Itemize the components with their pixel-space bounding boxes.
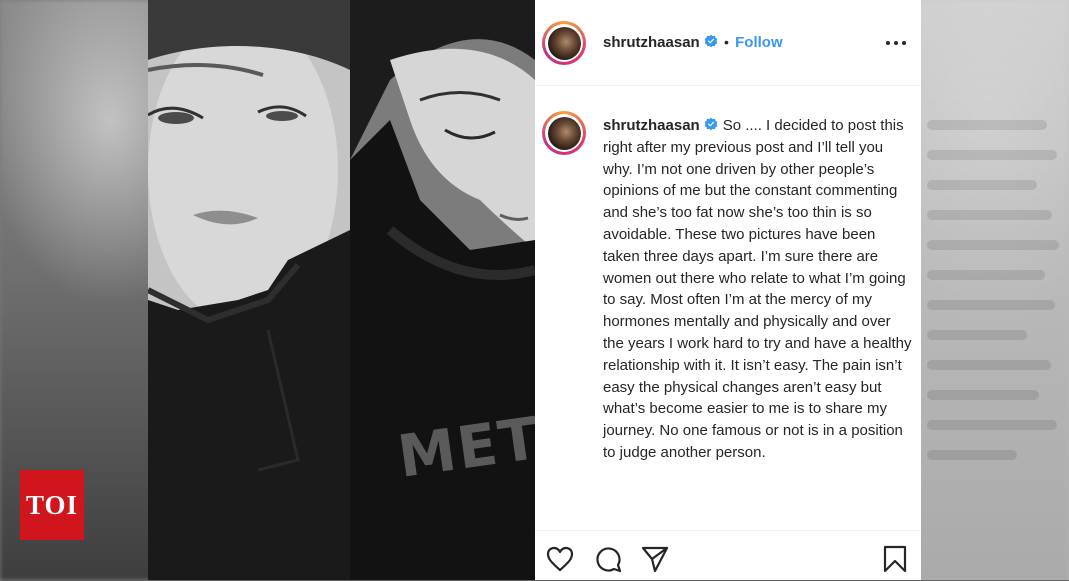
caption-avatar[interactable] [542, 111, 586, 155]
follow-button[interactable]: Follow [735, 34, 783, 51]
post-photo-left[interactable] [148, 0, 350, 580]
comment-icon[interactable] [593, 544, 623, 574]
action-bar [535, 530, 921, 581]
post-photo-right[interactable]: META [350, 0, 535, 580]
toi-logo-badge: TOI [20, 470, 84, 540]
header-user-line: shrutzhaasan • Follow [603, 34, 783, 51]
bookmark-icon[interactable] [880, 544, 910, 574]
username-link[interactable]: shrutzhaasan [603, 34, 700, 51]
verified-icon [704, 117, 718, 131]
heart-icon[interactable] [545, 544, 575, 574]
blurred-backdrop-right [921, 0, 1069, 580]
post-caption: shrutzhaasan So .... I decided to post t… [603, 115, 915, 464]
share-icon[interactable] [640, 544, 670, 574]
caption-username-link[interactable]: shrutzhaasan [603, 117, 700, 134]
verified-icon [704, 34, 718, 48]
post-card: shrutzhaasan • Follow shrutzhaasan So ..… [535, 0, 921, 580]
toi-logo-text: TOI [25, 489, 79, 520]
separator-dot: • [724, 34, 729, 50]
more-options-icon[interactable] [884, 33, 908, 53]
post-header: shrutzhaasan • Follow [535, 0, 921, 86]
caption-text: So .... I decided to post this right aft… [603, 117, 912, 461]
avatar[interactable] [542, 21, 586, 65]
